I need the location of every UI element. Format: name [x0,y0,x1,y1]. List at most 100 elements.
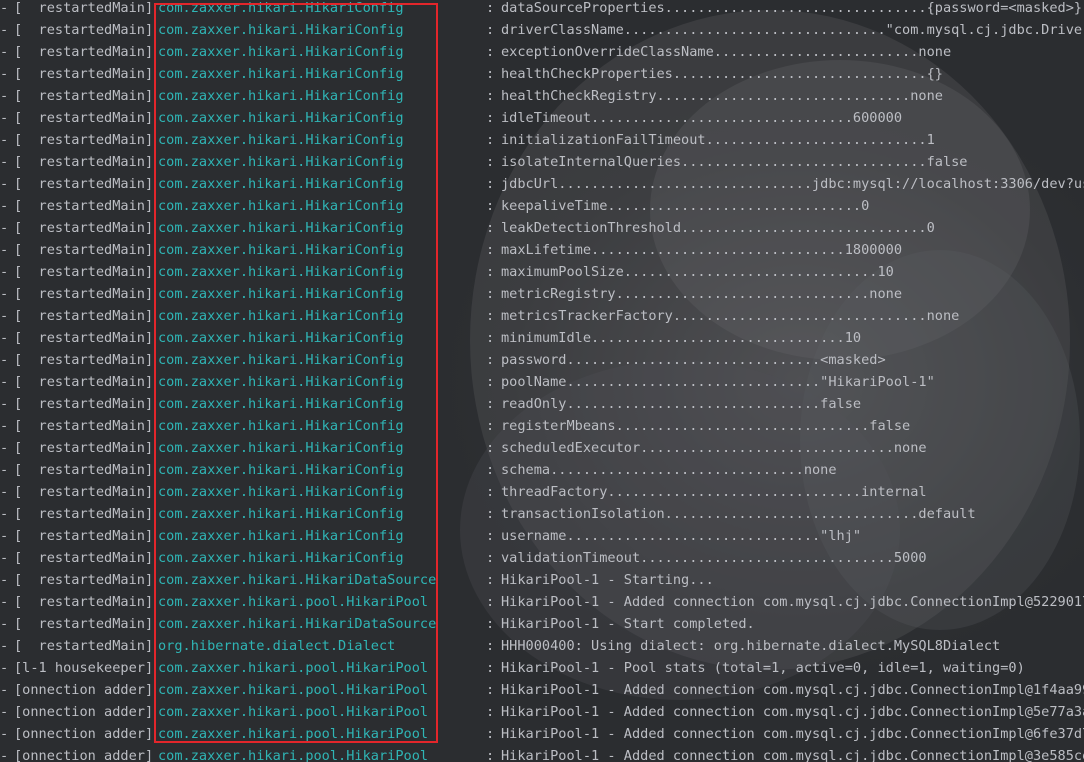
log-line[interactable]: -[ restartedMain] com.zaxxer.hikari.Hikar… [0,0,1084,19]
log-line[interactable]: -[ restartedMain] com.zaxxer.hikari.Hikar… [0,415,1084,437]
log-message: maximumPoolSize.........................… [501,264,894,280]
log-line[interactable]: - [onnection adder] com.zaxxer.hikari.pool… [0,679,1084,701]
log-line[interactable]: -[ restartedMain] org.hibernate.dialect.D… [0,635,1084,657]
log-line[interactable]: - [onnection adder] com.zaxxer.hikari.pool… [0,745,1084,762]
log-separator: : [486,154,495,170]
log-line[interactable]: -[ restartedMain] com.zaxxer.hikari.Hikar… [0,393,1084,415]
log-dash: - [0,0,9,16]
log-thread: [ restartedMain] [14,132,154,148]
log-dash: - [0,726,9,742]
log-logger-name[interactable]: com.zaxxer.hikari.HikariConfig [158,107,404,129]
log-dash: - [0,22,9,38]
log-separator: : [486,682,495,698]
log-line[interactable]: -[ restartedMain] com.zaxxer.hikari.Hikar… [0,547,1084,569]
log-line[interactable]: -[ restartedMain] com.zaxxer.hikari.Hikar… [0,107,1084,129]
log-logger-name[interactable]: com.zaxxer.hikari.pool.HikariPool [158,591,428,613]
log-logger-name[interactable]: com.zaxxer.hikari.HikariConfig [158,481,404,503]
log-message: exceptionOverrideClassName..............… [501,44,952,60]
log-line[interactable]: -[ restartedMain] com.zaxxer.hikari.Hikar… [0,437,1084,459]
log-logger-name[interactable]: com.zaxxer.hikari.HikariConfig [158,305,404,327]
log-logger-name[interactable]: com.zaxxer.hikari.HikariDataSource [158,613,436,635]
log-thread: [onnection adder] [14,704,154,720]
log-line[interactable]: - [onnection adder] com.zaxxer.hikari.pool… [0,723,1084,745]
log-logger-name[interactable]: com.zaxxer.hikari.HikariConfig [158,129,404,151]
log-line[interactable]: -[ restartedMain] com.zaxxer.hikari.Hikar… [0,195,1084,217]
log-message: healthCheckProperties...................… [501,66,943,82]
log-message: username..............................."… [501,528,862,544]
log-line[interactable]: -[ restartedMain] com.zaxxer.hikari.Hikar… [0,173,1084,195]
log-line[interactable]: -[ restartedMain] com.zaxxer.hikari.pool.… [0,591,1084,613]
log-logger-name[interactable]: com.zaxxer.hikari.HikariConfig [158,63,404,85]
log-logger-name[interactable]: com.zaxxer.hikari.HikariConfig [158,239,404,261]
console-output[interactable]: -[ restartedMain] com.zaxxer.hikari.Hikar… [0,0,1084,762]
log-separator: : [486,638,495,654]
log-logger-name[interactable]: com.zaxxer.hikari.pool.HikariPool [158,701,428,723]
log-logger-name[interactable]: com.zaxxer.hikari.HikariConfig [158,415,404,437]
log-line[interactable]: -[ restartedMain] com.zaxxer.hikari.Hikar… [0,129,1084,151]
log-dash: - [0,440,9,456]
log-line[interactable]: -[ restartedMain] com.zaxxer.hikari.Hikar… [0,41,1084,63]
log-logger-name[interactable]: com.zaxxer.hikari.pool.HikariPool [158,657,428,679]
log-line[interactable]: -[ restartedMain] com.zaxxer.hikari.Hikar… [0,217,1084,239]
log-logger-name[interactable]: com.zaxxer.hikari.HikariConfig [158,151,404,173]
log-line[interactable]: -[ restartedMain] com.zaxxer.hikari.Hikar… [0,569,1084,591]
log-separator: : [486,660,495,676]
log-logger-name[interactable]: com.zaxxer.hikari.HikariDataSource [158,569,436,591]
log-line[interactable]: - [l-1 housekeeper] com.zaxxer.hikari.pool… [0,657,1084,679]
log-line[interactable]: -[ restartedMain] com.zaxxer.hikari.Hikar… [0,63,1084,85]
log-line[interactable]: -[ restartedMain] com.zaxxer.hikari.Hikar… [0,459,1084,481]
log-line[interactable]: -[ restartedMain] com.zaxxer.hikari.Hikar… [0,239,1084,261]
log-line[interactable]: -[ restartedMain] com.zaxxer.hikari.Hikar… [0,261,1084,283]
log-logger-name[interactable]: com.zaxxer.hikari.HikariConfig [158,503,404,525]
log-line[interactable]: -[ restartedMain] com.zaxxer.hikari.Hikar… [0,85,1084,107]
log-line[interactable]: -[ restartedMain] com.zaxxer.hikari.Hikar… [0,349,1084,371]
log-line[interactable]: -[ restartedMain] com.zaxxer.hikari.Hikar… [0,283,1084,305]
log-line[interactable]: -[ restartedMain] com.zaxxer.hikari.Hikar… [0,481,1084,503]
log-message: HikariPool-1 - Added connection com.mysq… [501,704,1084,720]
log-logger-name[interactable]: com.zaxxer.hikari.HikariConfig [158,459,404,481]
log-dash: - [0,572,9,588]
log-thread: [ restartedMain] [14,352,154,368]
log-message: keepaliveTime...........................… [501,198,870,214]
log-separator: : [486,352,495,368]
log-separator: : [486,396,495,412]
log-dash: - [0,374,9,390]
log-logger-name[interactable]: com.zaxxer.hikari.HikariConfig [158,261,404,283]
log-logger-name[interactable]: com.zaxxer.hikari.HikariConfig [158,85,404,107]
log-logger-name[interactable]: org.hibernate.dialect.Dialect [158,635,395,657]
log-logger-name[interactable]: com.zaxxer.hikari.HikariConfig [158,217,404,239]
log-logger-name[interactable]: com.zaxxer.hikari.HikariConfig [158,437,404,459]
log-line[interactable]: -[ restartedMain] com.zaxxer.hikari.Hikar… [0,19,1084,41]
log-logger-name[interactable]: com.zaxxer.hikari.HikariConfig [158,41,404,63]
log-separator: : [486,44,495,60]
log-logger-name[interactable]: com.zaxxer.hikari.HikariConfig [158,195,404,217]
log-logger-name[interactable]: com.zaxxer.hikari.HikariConfig [158,349,404,371]
log-thread: [ restartedMain] [14,330,154,346]
log-line[interactable]: -[ restartedMain] com.zaxxer.hikari.Hikar… [0,151,1084,173]
log-message: jdbcUrl...............................jd… [501,176,1084,192]
log-logger-name[interactable]: com.zaxxer.hikari.HikariConfig [158,173,404,195]
log-logger-name[interactable]: com.zaxxer.hikari.pool.HikariPool [158,723,428,745]
log-logger-name[interactable]: com.zaxxer.hikari.pool.HikariPool [158,745,428,762]
log-logger-name[interactable]: com.zaxxer.hikari.pool.HikariPool [158,679,428,701]
log-thread: [l-1 housekeeper] [14,660,154,676]
log-dash: - [0,308,9,324]
log-line[interactable]: -[ restartedMain] com.zaxxer.hikari.Hikar… [0,327,1084,349]
log-line[interactable]: -[ restartedMain] com.zaxxer.hikari.Hikar… [0,503,1084,525]
log-line[interactable]: -[ restartedMain] com.zaxxer.hikari.Hikar… [0,613,1084,635]
log-message: HikariPool-1 - Added connection com.mysq… [501,594,1084,610]
log-line[interactable]: - [onnection adder] com.zaxxer.hikari.pool… [0,701,1084,723]
log-logger-name[interactable]: com.zaxxer.hikari.HikariConfig [158,393,404,415]
log-logger-name[interactable]: com.zaxxer.hikari.HikariConfig [158,547,404,569]
log-dash: - [0,352,9,368]
log-logger-name[interactable]: com.zaxxer.hikari.HikariConfig [158,371,404,393]
log-line[interactable]: -[ restartedMain] com.zaxxer.hikari.Hikar… [0,371,1084,393]
log-logger-name[interactable]: com.zaxxer.hikari.HikariConfig [158,19,404,41]
log-logger-name[interactable]: com.zaxxer.hikari.HikariConfig [158,283,404,305]
log-logger-name[interactable]: com.zaxxer.hikari.HikariConfig [158,327,404,349]
log-message: leakDetectionThreshold..................… [501,220,935,236]
log-line[interactable]: -[ restartedMain] com.zaxxer.hikari.Hikar… [0,525,1084,547]
log-logger-name[interactable]: com.zaxxer.hikari.HikariConfig [158,525,404,547]
log-logger-name[interactable]: com.zaxxer.hikari.HikariConfig [158,0,404,19]
log-line[interactable]: -[ restartedMain] com.zaxxer.hikari.Hikar… [0,305,1084,327]
